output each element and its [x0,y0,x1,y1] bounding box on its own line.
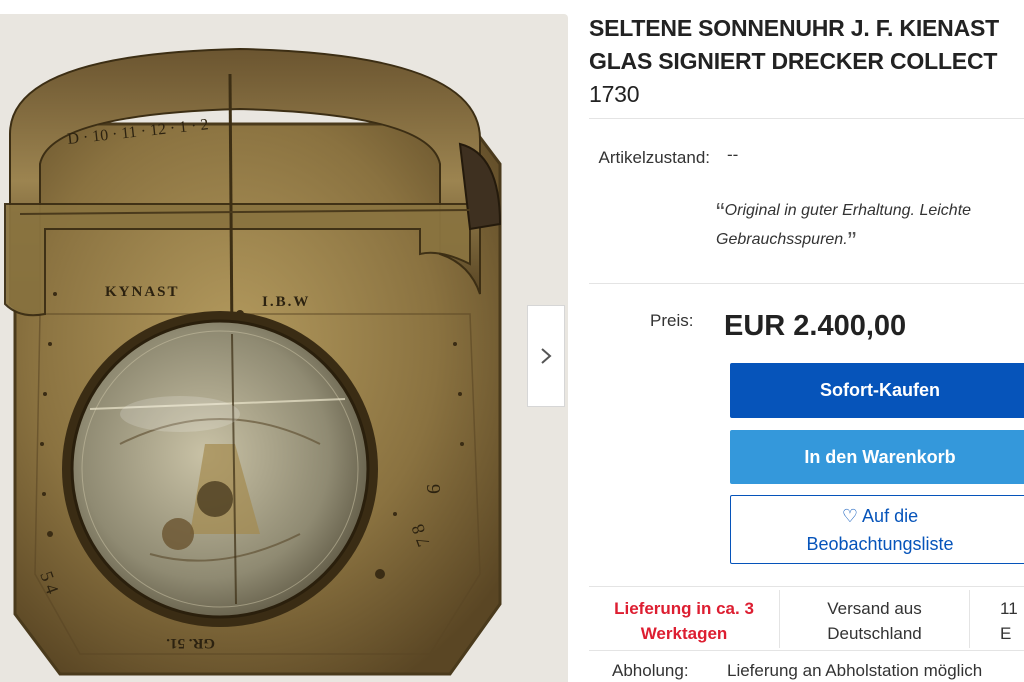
condition-desc-line-2: Gebrauchsspuren. [716,231,848,248]
divider [589,118,1024,119]
watchlist-label-2: Beobachtungsliste [806,533,954,554]
condition-value: -- [727,145,739,164]
listing-title: SELTENE SONNENUHR J. F. KIENAST GLAS SIG… [589,12,1019,111]
engraving-initials: I.B.W [262,294,310,310]
close-quote-icon: ” [847,226,857,256]
ships-from-line-2: Deutschland [827,624,922,643]
pickup-value: Lieferung an Abholstation möglich [727,661,983,680]
condition-description: “Original in guter Erhaltung. Leichte Ge… [716,197,1024,255]
title-line-2: GLAS SIGNIERT DRECKER COLLECT [589,48,998,74]
add-to-watchlist-button[interactable]: ♡ Auf die Beobachtungsliste [730,495,1024,564]
add-to-cart-button[interactable]: In den Warenkorb [730,430,1024,484]
heart-outline-icon: ♡ [841,505,859,526]
ships-from: Versand aus Deutschland [779,590,969,648]
open-quote-icon: “ [716,197,725,227]
product-image[interactable]: D · 10 · 11 · 12 · 1 · 2 KYNAST I.B.W GR… [0,14,568,682]
next-image-button[interactable] [527,305,565,407]
ships-from-line-1: Versand aus [827,599,922,618]
price-label: Preis: [650,311,694,330]
condition-desc-line-1: Original in guter Erhaltung. Leichte [724,202,972,219]
pickup-label: Abholung: [612,661,689,680]
svg-text:6: 6 [423,484,445,494]
divider [589,283,1024,284]
divider [589,650,1024,651]
divider [589,586,1024,587]
buy-now-button[interactable]: Sofort-Kaufen [730,363,1024,418]
condition-label: Artikelzustand: [598,148,711,167]
sundial-photo: D · 10 · 11 · 12 · 1 · 2 KYNAST I.B.W GR… [4,47,502,676]
delivery-line-2: Werktagen [640,624,728,643]
delivery-line-1: Lieferung in ca. 3 [614,599,754,618]
engraving-bottom: GR. 51. [166,635,215,651]
chevron-right-icon [541,348,552,364]
title-line-3: 1730 [589,81,640,107]
title-line-1: SELTENE SONNENUHR J. F. KIENAST [589,15,999,41]
engraving-maker: KYNAST [105,284,180,300]
price-value: EUR 2.400,00 [724,310,907,342]
delivery-estimate: Lieferung in ca. 3 Werktagen [589,590,779,648]
shipping-third-column: 11 E [969,590,1024,648]
watchlist-label-1: Auf die [862,505,919,526]
